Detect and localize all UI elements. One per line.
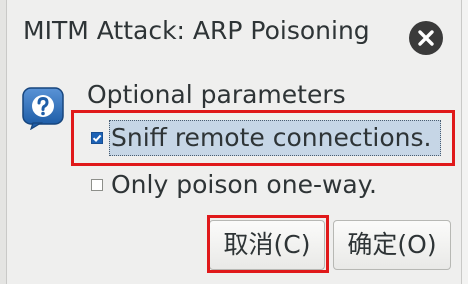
title-bar[interactable]: MITM Attack: ARP Poisoning [7,0,461,70]
sniff-remote-checkbox[interactable] [91,132,103,144]
ok-button[interactable]: 确定(O) [333,220,451,270]
optional-parameters-heading: Optional parameters [87,80,346,109]
cancel-button[interactable]: 取消(C) [209,220,325,270]
sniff-remote-label: Sniff remote connections. [111,123,432,152]
question-icon [21,86,65,131]
close-icon [418,30,434,46]
one-way-label: Only poison one-way. [111,170,377,199]
mitm-dialog: MITM Attack: ARP Poisoning Optional para… [6,0,462,284]
check-icon [92,134,102,143]
close-button[interactable] [409,21,443,55]
dialog-title: MITM Attack: ARP Poisoning [23,16,370,45]
one-way-checkbox[interactable] [91,179,103,191]
